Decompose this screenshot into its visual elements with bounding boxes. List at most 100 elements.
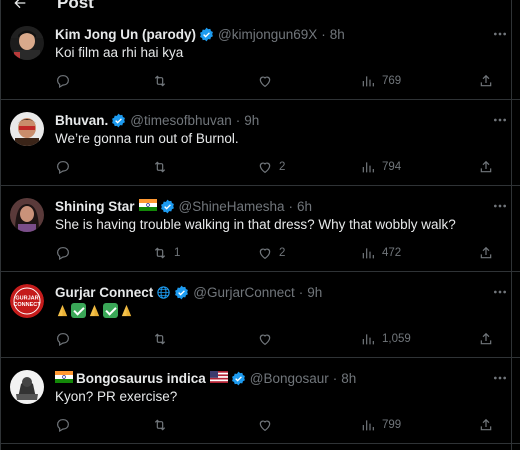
views-button[interactable]: 1,059 [360,330,411,348]
page-title: Post [57,0,94,12]
views-button[interactable]: 472 [360,244,401,262]
view-count: 472 [382,247,402,259]
views-chart-icon [362,76,374,87]
tweet-header: Bhuvan. @timesofbhuvan · 9h [55,111,259,129]
repost-button[interactable]: 1 [152,244,180,262]
more-options-icon[interactable] [492,372,508,384]
heart-icon [259,248,271,260]
timestamp[interactable]: 8h [341,371,356,386]
share-button[interactable] [478,72,494,90]
tweet-text: Koi film aa rhi hai kya [55,45,184,60]
reply-button[interactable] [55,158,77,176]
tweet-item[interactable]: Bongosaurus indica @Bongosaur · 8h Kyon?… [0,358,520,444]
verified-badge-icon [200,27,213,41]
avatar-logo-text-2: CONNECT [13,302,41,308]
timestamp[interactable]: 8h [330,27,345,42]
author-handle[interactable]: @timesofbhuvan [130,113,232,128]
repost-button[interactable] [152,330,174,348]
author-name[interactable]: Gurjar Connect [55,285,153,300]
heart-icon [259,334,271,346]
tweet-text: We’re gonna run out of Burnol. [55,131,239,146]
share-icon [480,160,492,173]
usa-flag-icon [209,370,228,386]
timestamp[interactable]: 9h [307,285,322,300]
india-flag-icon [138,198,157,214]
share-button[interactable] [478,158,494,176]
repost-count: 1 [174,247,181,259]
avatar[interactable] [10,370,44,404]
reply-icon [57,161,69,175]
reply-icon [57,247,69,261]
views-button[interactable]: 799 [360,416,401,434]
tweet-item[interactable]: Shining Star @ShineHamesha · 6h She is h… [0,186,520,272]
tweet-item[interactable]: Bhuvan. @timesofbhuvan · 9h We’re gonna … [0,100,520,186]
repost-icon [154,247,166,259]
avatar[interactable]: GURJAR CONNECT [10,284,44,318]
more-options-icon[interactable] [492,200,508,212]
like-count: 2 [279,247,286,259]
folded-hands-emoji-icon [121,304,132,317]
author-handle[interactable]: @GurjarConnect [193,285,295,300]
more-options-icon[interactable] [492,114,508,126]
share-icon [480,246,492,259]
back-arrow-icon[interactable] [12,0,28,11]
separator-dot: · [288,198,294,214]
view-count: 1,059 [382,333,411,345]
tweet-text [55,303,134,318]
reply-button[interactable] [55,416,77,434]
author-name[interactable]: Bhuvan. [55,113,108,128]
views-button[interactable]: 769 [360,72,401,90]
verified-badge-icon [112,113,126,127]
like-button[interactable] [257,330,279,348]
folded-hands-emoji-icon [57,304,68,317]
author-name[interactable]: Bongosaurus indica [76,371,206,386]
more-options-icon[interactable] [492,28,508,40]
avatar[interactable] [10,112,44,146]
share-button[interactable] [478,244,494,262]
tweet-header: Bongosaurus indica @Bongosaur · 8h [55,369,356,387]
repost-button[interactable] [152,158,174,176]
india-flag-icon [55,370,73,386]
repost-button[interactable] [152,72,174,90]
share-button[interactable] [478,416,494,434]
views-chart-icon [362,334,374,345]
views-button[interactable]: 794 [360,158,401,176]
tweet-actions: 1 2 472 [55,244,505,262]
like-button[interactable]: 2 [257,244,285,262]
timestamp[interactable]: 6h [297,199,312,214]
views-chart-icon [362,420,374,431]
tweet-item[interactable]: Kim Jong Un (parody) @kimjongun69X · 8h … [0,14,520,100]
like-button[interactable]: 2 [257,158,285,176]
repost-button[interactable] [152,416,174,434]
tweet-item[interactable]: GURJAR CONNECT Gurjar Connect @GurjarCon… [0,272,520,358]
view-count: 794 [382,161,402,173]
timestamp[interactable]: 9h [244,113,259,128]
share-button[interactable] [478,330,494,348]
check-box-emoji-icon [71,303,86,318]
reply-button[interactable] [55,330,77,348]
more-options-icon[interactable] [492,286,508,298]
author-handle[interactable]: @kimjongun69X [218,27,317,42]
tweet-text: Kyon? PR exercise? [55,389,178,404]
reply-icon [57,333,69,347]
author-handle[interactable]: @ShineHamesha [179,199,285,214]
share-icon [480,418,492,431]
like-button[interactable] [257,416,279,434]
folded-hands-emoji-icon [89,304,100,317]
heart-icon [259,420,271,432]
avatar[interactable] [10,26,44,60]
share-icon [480,74,492,87]
like-button[interactable] [257,72,279,90]
tweet-actions: 769 [55,72,505,90]
repost-icon [154,161,166,173]
avatar[interactable] [10,198,44,232]
check-box-emoji-icon [103,303,118,318]
author-name[interactable]: Shining Star [55,199,135,214]
reply-icon [57,419,69,433]
reply-button[interactable] [55,72,77,90]
reply-button[interactable] [55,244,77,262]
author-handle[interactable]: @Bongosaur [250,371,329,386]
tweet-text: She is having trouble walking in that dr… [55,217,456,232]
heart-icon [259,162,271,174]
author-name[interactable]: Kim Jong Un (parody) [55,27,196,42]
